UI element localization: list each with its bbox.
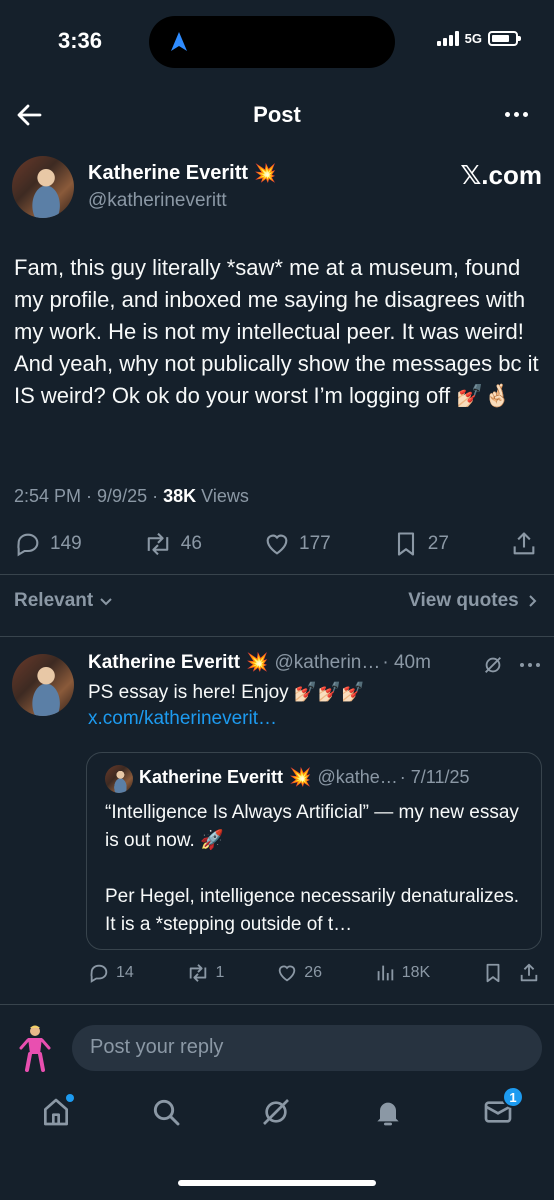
- reply-button[interactable]: 14: [88, 962, 134, 984]
- reply-input-placeholder: Post your reply: [90, 1036, 224, 1058]
- repost-icon: [189, 964, 206, 982]
- sort-dropdown[interactable]: Relevant: [14, 590, 114, 612]
- tab-bar: 1: [0, 1086, 554, 1140]
- post-author-row: Katherine Everitt 💥 @katherineveritt 𝕏.co…: [12, 156, 542, 220]
- quote-handle: @kathe…: [317, 767, 398, 787]
- quote-text: “Intelligence Is Always Artificial” — my…: [105, 799, 525, 939]
- post-actions: 149 46 177 27: [14, 530, 538, 558]
- page-title: Post: [253, 102, 301, 127]
- reply-age: · 40m: [382, 652, 431, 673]
- views-label: Views: [201, 486, 249, 506]
- post-meta: 2:54 PM · 9/9/25 · 38K Views: [14, 486, 249, 506]
- sort-label: Relevant: [14, 590, 94, 611]
- bookmark-count: 27: [427, 533, 449, 554]
- reply-button[interactable]: 149: [14, 530, 82, 558]
- view-quotes-label: View quotes: [408, 590, 519, 611]
- reply-icon: [17, 533, 39, 557]
- view-quotes-link[interactable]: View quotes: [408, 590, 540, 612]
- verified-burst-icon: 💥: [289, 767, 312, 787]
- heart-icon: [278, 965, 296, 982]
- bookmark-button[interactable]: 27: [392, 530, 449, 558]
- network-label: 5G: [464, 30, 482, 46]
- views-button[interactable]: 18K: [374, 962, 430, 984]
- quote-line-2: Per Hegel, intelligence necessarily dena…: [105, 886, 520, 935]
- grok-icon: [263, 1099, 289, 1125]
- tab-grok[interactable]: [260, 1096, 292, 1133]
- like-count: 177: [299, 533, 331, 554]
- reply-actions: 14 1 26 18K: [88, 962, 540, 984]
- status-time: 3:36: [58, 28, 103, 53]
- tab-notifications[interactable]: [372, 1096, 404, 1133]
- more-horizontal-icon[interactable]: [505, 112, 528, 117]
- status-bar: 3:36 5G: [0, 0, 554, 84]
- reply-count: 149: [50, 533, 82, 554]
- reply-avatar[interactable]: [12, 654, 74, 716]
- repost-count: 1: [215, 964, 225, 981]
- location-arrow-icon: [171, 32, 187, 51]
- reply-link[interactable]: x.com/katherineverit…: [88, 708, 277, 729]
- share-button[interactable]: [510, 530, 538, 558]
- author-handle[interactable]: @katherineveritt: [88, 190, 227, 212]
- quote-author-row: Katherine Everitt 💥 @kathe… · 7/11/25: [139, 767, 470, 788]
- quote-author-name: Katherine Everitt: [139, 767, 284, 787]
- reply-body: PS essay is here! Enjoy 💅🏻💅🏻💅🏻: [88, 682, 365, 703]
- signal-icon: [436, 30, 459, 46]
- post-date[interactable]: 9/9/25: [97, 486, 147, 506]
- home-indicator: [178, 1180, 376, 1186]
- tab-home[interactable]: [40, 1094, 74, 1133]
- reply-filter-row: Relevant View quotes: [14, 590, 540, 616]
- grok-icon[interactable]: [482, 654, 504, 676]
- like-button[interactable]: 26: [276, 962, 322, 984]
- share-icon[interactable]: [518, 962, 540, 984]
- header: Post: [0, 92, 554, 138]
- repost-button[interactable]: 1: [186, 962, 225, 984]
- repost-button[interactable]: 46: [143, 530, 202, 558]
- repost-icon: [147, 532, 169, 556]
- bookmark-icon[interactable]: [482, 962, 504, 984]
- home-unread-dot: [66, 1094, 74, 1102]
- divider: [0, 636, 554, 637]
- author-name: Katherine Everitt: [88, 162, 249, 184]
- reply-icon: [90, 964, 108, 983]
- reply-count: 14: [116, 964, 134, 981]
- search-icon: [153, 1099, 180, 1126]
- post-time[interactable]: 2:54 PM: [14, 486, 81, 506]
- reply-handle: @katherin…: [274, 652, 381, 673]
- reply-text: PS essay is here! Enjoy 💅🏻💅🏻💅🏻 x.com/kat…: [88, 680, 538, 732]
- tab-messages[interactable]: 1: [482, 1086, 524, 1133]
- bar-chart-icon: [377, 965, 393, 981]
- avatar[interactable]: [12, 156, 74, 218]
- notifications-icon: [377, 1102, 399, 1126]
- divider: [0, 1004, 554, 1005]
- divider: [0, 574, 554, 575]
- chevron-right-icon: [529, 595, 537, 607]
- heart-icon: [266, 534, 288, 555]
- source-label: 𝕏.com: [460, 160, 542, 190]
- verified-burst-icon: 💥: [246, 652, 269, 672]
- views-count: 38K: [163, 486, 197, 506]
- views-count: 18K: [401, 964, 431, 981]
- quoted-post[interactable]: Katherine Everitt 💥 @kathe… · 7/11/25 “Inte…: [86, 752, 542, 950]
- share-icon: [513, 532, 535, 555]
- repost-count: 46: [180, 533, 202, 554]
- quote-avatar: [105, 765, 133, 793]
- post-text: Fam, this guy literally *saw* me at a mu…: [14, 255, 539, 408]
- chevron-down-icon: [100, 598, 113, 606]
- quote-date: · 7/11/25: [399, 767, 470, 787]
- battery-icon: [488, 30, 521, 46]
- reply-author-name: Katherine Everitt: [88, 652, 241, 673]
- reply-composer[interactable]: Post your reply: [72, 1025, 542, 1071]
- messages-badge: 1: [502, 1086, 524, 1108]
- dynamic-island: [149, 16, 395, 68]
- bookmark-icon: [397, 532, 414, 556]
- like-count: 26: [304, 964, 322, 981]
- verified-burst-icon: 💥: [254, 163, 277, 183]
- like-button[interactable]: 177: [263, 530, 331, 558]
- reply-author-row[interactable]: Katherine Everitt 💥 @katherin… · 40m: [88, 652, 431, 674]
- quote-line-1: “Intelligence Is Always Artificial” — my…: [105, 802, 519, 851]
- more-horizontal-icon[interactable]: [520, 663, 540, 667]
- author-name-link[interactable]: Katherine Everitt 💥: [88, 162, 276, 185]
- tab-search[interactable]: [150, 1096, 182, 1133]
- user-avatar-figure-icon[interactable]: [18, 1024, 52, 1072]
